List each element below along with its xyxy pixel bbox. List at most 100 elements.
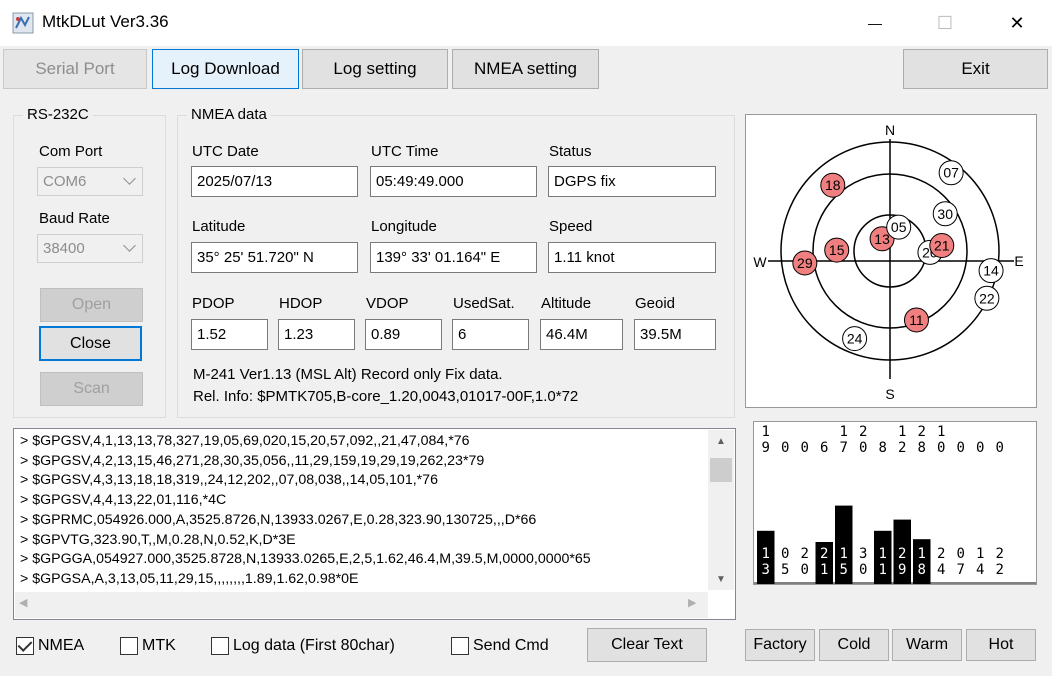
pdop-field[interactable]: 1.52 [191,319,268,350]
altitude-field[interactable]: 46.4M [540,319,623,350]
log-line: > $GPGSV,4,2,13,15,46,271,28,30,35,056,,… [20,452,485,469]
snr-bar-label: 2 [801,546,809,562]
exit-button[interactable]: Exit [903,49,1048,89]
com-port-select[interactable]: COM6 [37,167,143,196]
satellite-prn: 13 [874,231,890,247]
maximize-icon: ☐ [936,12,954,33]
scan-button[interactable]: Scan [40,372,143,406]
log-line: > $GPGSV,4,4,13,22,01,116,*4C [20,492,227,509]
log-data-checkbox-label: Log data (First 80char) [233,637,395,654]
scroll-left-icon[interactable]: ◀ [19,596,27,609]
nmea-checkbox[interactable]: NMEA [16,637,84,655]
log-line: > $GPGGA,054927.000,3525.8728,N,13933.02… [20,551,591,568]
snr-bar-label: 3 [762,562,770,578]
scroll-right-icon[interactable]: ▶ [688,596,696,609]
scroll-down-icon[interactable]: ▼ [708,568,734,590]
snr-bar-label: 0 [859,562,867,578]
hdop-field[interactable]: 1.23 [278,319,355,350]
status-label: Status [549,143,592,160]
log-data-checkbox[interactable]: Log data (First 80char) [211,637,395,655]
snr-bar-label: 2 [898,546,906,562]
longitude-field[interactable]: 139° 33' 01.164" E [370,242,537,273]
compass-west: W [753,254,767,270]
snr-top-digit: 2 [898,440,906,456]
minimize-button[interactable]: — [852,0,898,46]
send-cmd-checkbox-box[interactable] [451,637,469,655]
log-line: > $GPVTG,323.90,T,,M,0.28,N,0.52,K,D*3E [20,531,296,548]
close-window-button[interactable]: ✕ [994,0,1040,46]
satellite-prn: 07 [943,165,959,181]
clear-text-button[interactable]: Clear Text [587,628,707,662]
nmea-data-group-label: NMEA data [187,106,271,123]
snr-top-digit: 2 [918,424,926,440]
scroll-up-icon[interactable]: ▲ [708,430,734,452]
longitude-label: Longitude [371,218,437,235]
snr-top-digit: 8 [918,440,926,456]
pdop-label: PDOP [192,295,235,312]
warm-button[interactable]: Warm [892,629,962,661]
mtk-checkbox-box[interactable] [120,637,138,655]
snr-top-digit: 1 [762,424,770,440]
snr-bar-label: 3 [859,546,867,562]
satellite-prn: 24 [847,331,863,347]
snr-top-digit: 1 [898,424,906,440]
snr-bar-label: 5 [781,562,789,578]
satellite-marker: 14 [978,258,1004,284]
satellite-marker: 07 [938,160,964,186]
satellite-prn: 14 [983,263,999,279]
used-sat-field[interactable]: 6 [452,319,529,350]
tab-log-download[interactable]: Log Download [152,49,299,89]
nmea-checkbox-box[interactable] [16,637,34,655]
latitude-field[interactable]: 35° 25' 51.720" N [191,242,358,273]
snr-top-digit: 0 [996,440,1004,456]
tab-log-setting[interactable]: Log setting [302,49,448,89]
status-field[interactable]: DGPS fix [548,166,716,197]
open-button[interactable]: Open [40,288,143,322]
hot-button[interactable]: Hot [966,629,1036,661]
scroll-thumb[interactable] [710,458,732,482]
utc-date-label: UTC Date [192,143,259,160]
baud-rate-select[interactable]: 38400 [37,234,143,263]
geoid-field[interactable]: 39.5M [634,319,716,350]
firmware-info: M-241 Ver1.13 (MSL Alt) Record only Fix … [193,366,503,383]
mtk-checkbox[interactable]: MTK [120,637,176,655]
speed-field[interactable]: 1.11 knot [548,242,716,273]
snr-bar-label: 8 [918,562,926,578]
maximize-button[interactable]: ☐ [922,0,968,46]
tab-nmea-setting[interactable]: NMEA setting [452,49,599,89]
snr-bar-label: 4 [976,562,984,578]
satellite-prn: 30 [937,206,953,222]
altitude-label: Altitude [541,295,592,312]
send-cmd-checkbox-label: Send Cmd [473,637,549,654]
snr-chart: 1121219006708280000130520211530112918240… [753,421,1037,585]
log-vertical-scrollbar[interactable]: ▲ ▼ [708,430,734,590]
log-data-checkbox-box[interactable] [211,637,229,655]
log-horizontal-scrollbar[interactable]: ◀ ▶ [15,592,708,618]
tab-serial-port[interactable]: Serial Port [3,49,147,89]
snr-top-digit: 9 [762,440,770,456]
compass-north: N [885,122,895,138]
snr-top-digit: 1 [840,424,848,440]
send-cmd-checkbox[interactable]: Send Cmd [451,637,549,655]
baud-rate-value: 38400 [43,240,85,257]
release-info: Rel. Info: $PMTK705,B-core_1.20,0043,010… [193,388,579,405]
window-title: MtkDLut Ver3.36 [42,12,169,31]
vdop-field[interactable]: 0.89 [365,319,442,350]
utc-date-field[interactable]: 2025/07/13 [191,166,358,197]
snr-bar-label: 2 [996,562,1004,578]
utc-time-field[interactable]: 05:49:49.000 [370,166,537,197]
snr-bar-label: 1 [879,546,887,562]
close-port-button[interactable]: Close [39,326,142,361]
snr-chart-canvas: 1 1 2 1 2 19 0 0 6 7 0 8 2 8 0 0 0 0130520211530112918240… [754,424,1036,584]
snr-bar-label: 1 [918,546,926,562]
satellite-prn: 22 [979,290,995,306]
rs232c-group-label: RS-232C [23,106,93,123]
snr-top-digit: 7 [840,440,848,456]
cold-button[interactable]: Cold [819,629,889,661]
factory-button[interactable]: Factory [745,629,815,661]
com-port-label: Com Port [39,143,103,160]
snr-top-digit: 2 [859,424,867,440]
satellite-marker: 05 [886,214,912,240]
chevron-down-icon [123,172,136,185]
log-line: > $GPGSA,A,3,13,05,11,29,15,,,,,,,,1.89,… [20,570,359,587]
